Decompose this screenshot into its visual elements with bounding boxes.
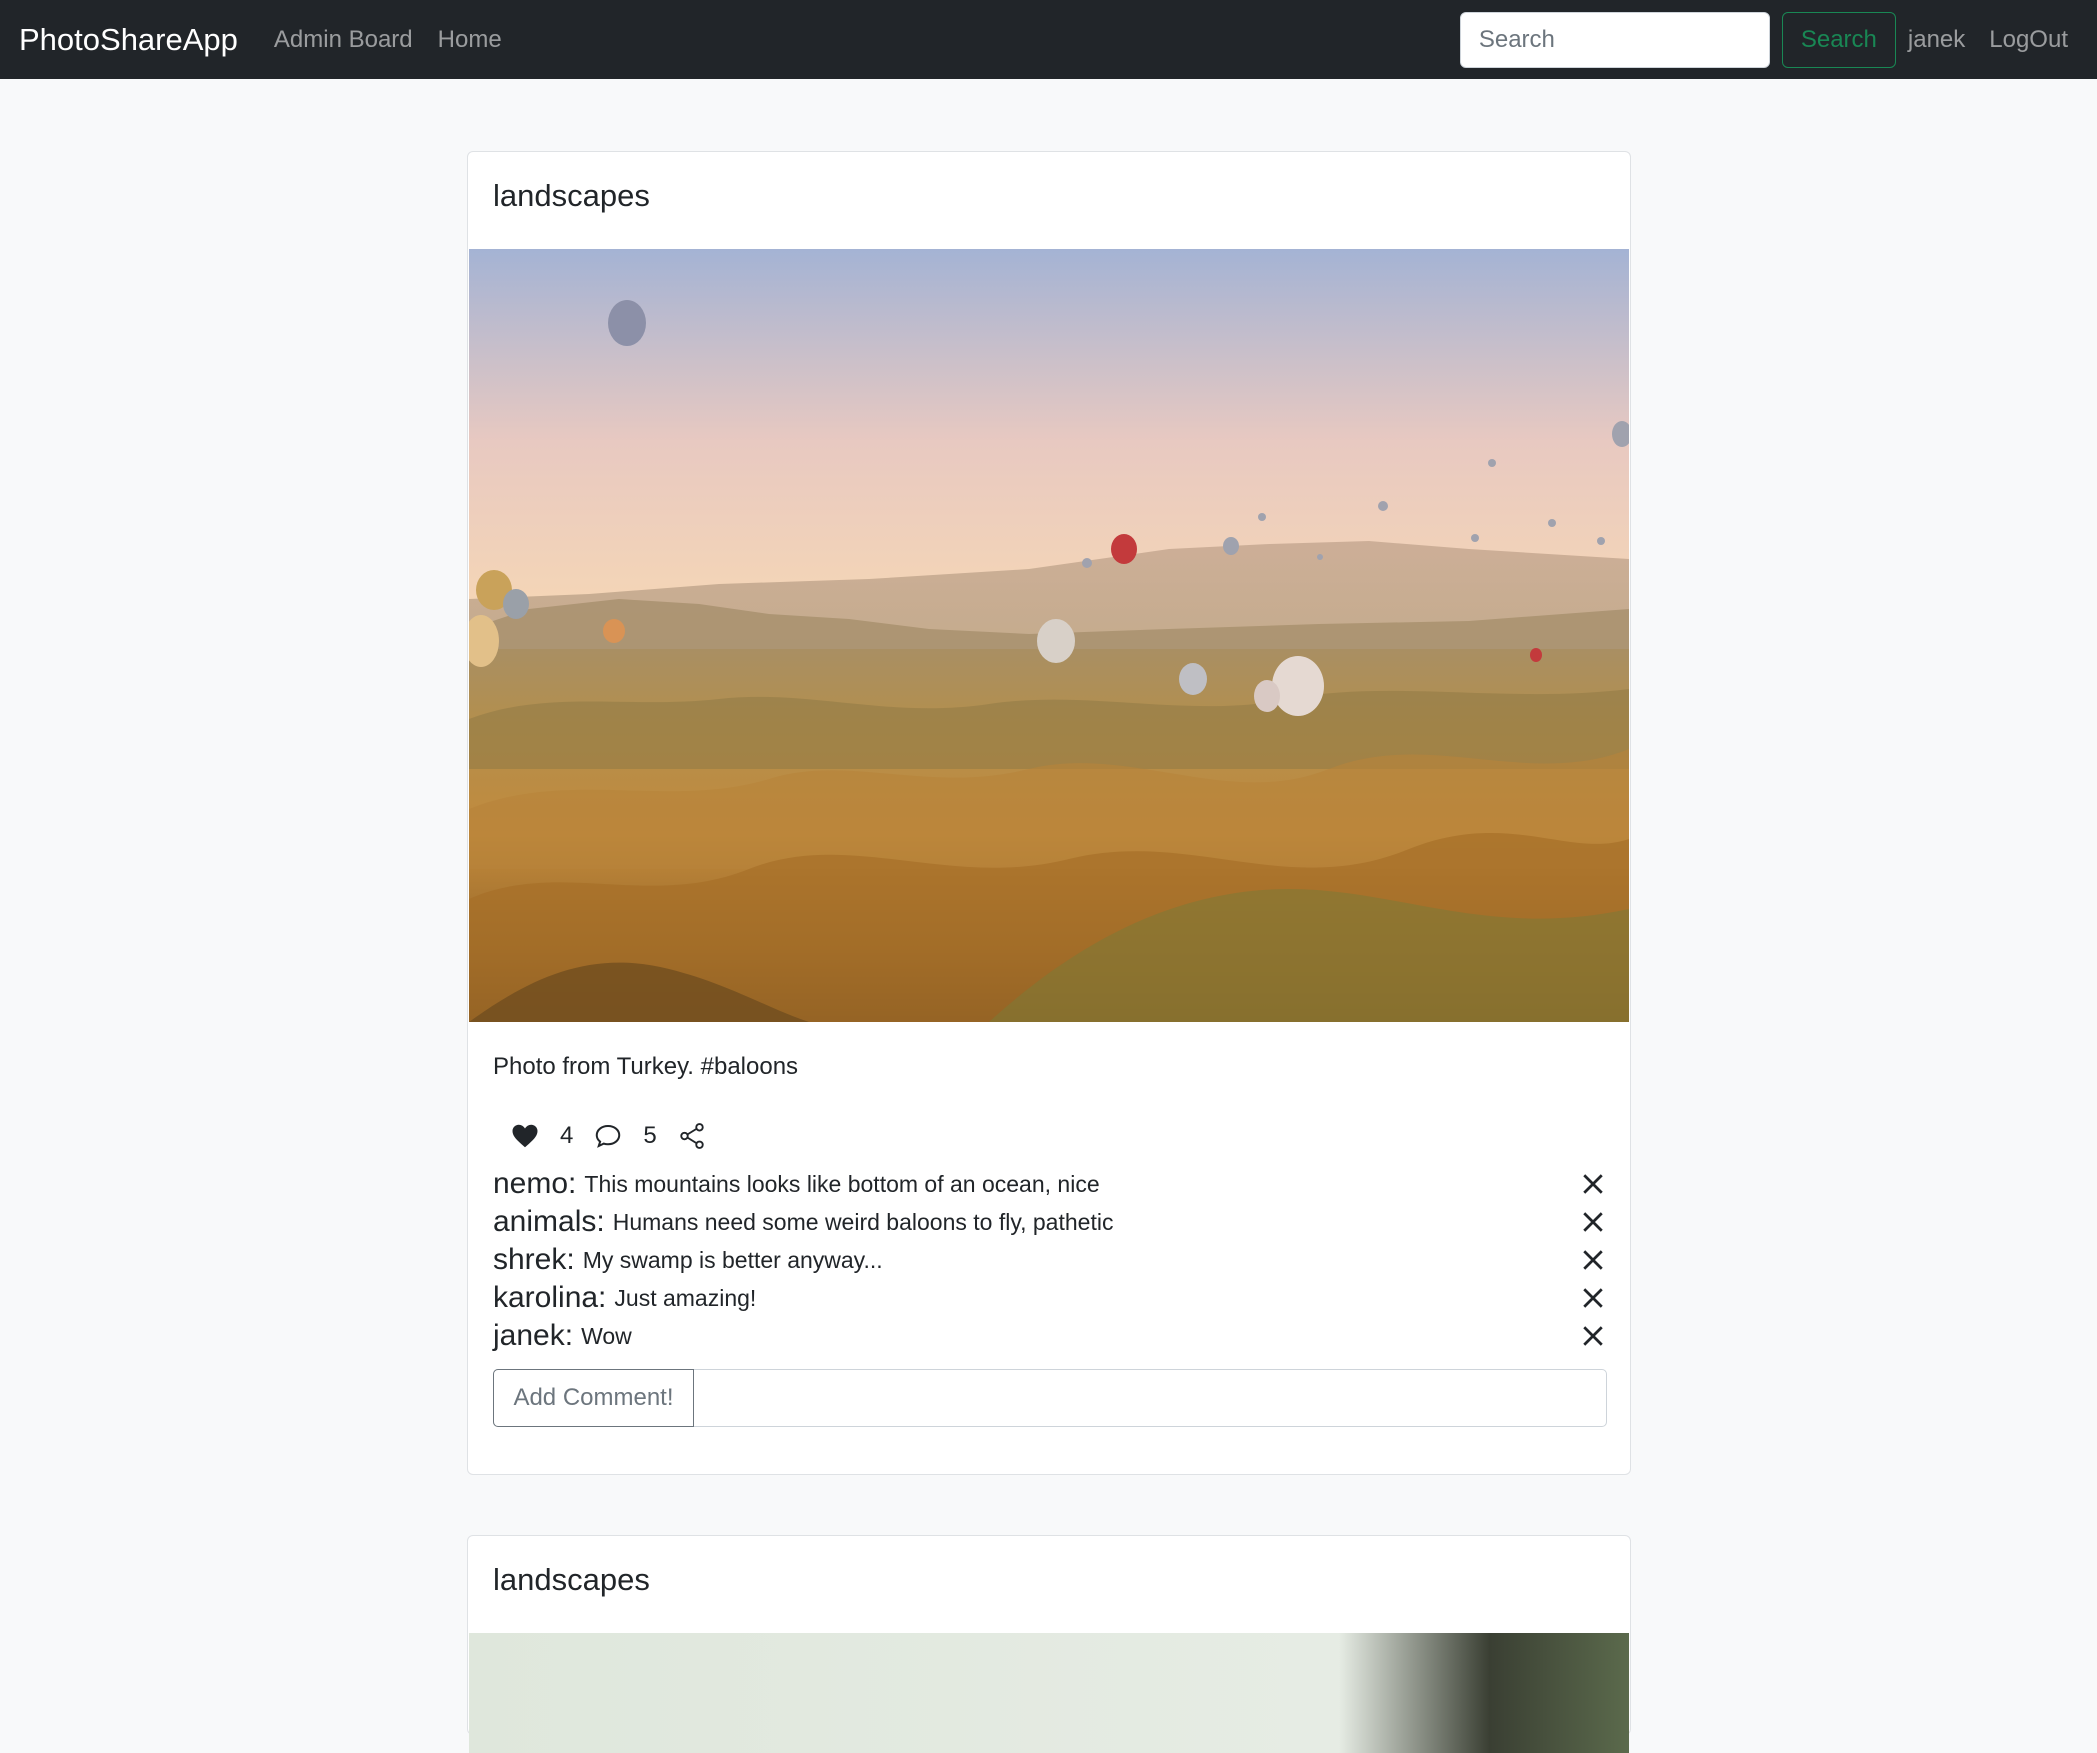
comment-input[interactable]: [694, 1370, 1606, 1426]
close-icon[interactable]: [1578, 1283, 1608, 1313]
close-icon[interactable]: [1578, 1245, 1608, 1275]
comment-author: shrek:: [493, 1243, 575, 1276]
post-actions: 4 5: [510, 1116, 707, 1156]
add-comment-group: Add Comment!: [493, 1369, 1607, 1427]
comment-item: animals: Humans need some weird baloons …: [493, 1203, 1608, 1241]
search-input[interactable]: [1459, 11, 1770, 68]
close-icon[interactable]: [1578, 1207, 1608, 1237]
top-navbar: PhotoShareApp Admin Board Home Search ja…: [0, 0, 2097, 79]
logout-link[interactable]: LogOut: [1989, 26, 2068, 54]
nav-username[interactable]: janek: [1908, 26, 1965, 54]
share-icon[interactable]: [677, 1121, 707, 1151]
comment-item: karolina: Just amazing!: [493, 1279, 1608, 1317]
nav-link-admin-board[interactable]: Admin Board: [274, 26, 413, 54]
comment-text: This mountains looks like bottom of an o…: [584, 1170, 1100, 1197]
post-card: landscapes: [467, 1535, 1631, 1753]
comment-author: nemo:: [493, 1167, 577, 1200]
post-photo: [469, 249, 1629, 1022]
comment-item: nemo: This mountains looks like bottom o…: [493, 1165, 1608, 1203]
comment-author: animals:: [493, 1205, 605, 1238]
add-comment-button[interactable]: Add Comment!: [493, 1369, 694, 1427]
comment-count: 5: [643, 1122, 657, 1149]
comment-text: Wow: [581, 1322, 632, 1349]
comment-list: nemo: This mountains looks like bottom o…: [493, 1165, 1608, 1355]
post-card: landscapes: [467, 151, 1631, 1475]
close-icon[interactable]: [1578, 1321, 1608, 1351]
comment-author: karolina:: [493, 1281, 607, 1314]
comment-text: My swamp is better anyway...: [582, 1246, 883, 1273]
post-title: landscapes: [493, 178, 650, 213]
nav-link-home[interactable]: Home: [438, 26, 502, 54]
close-icon[interactable]: [1578, 1169, 1608, 1199]
post-title: landscapes: [493, 1562, 650, 1597]
comment-text: Just amazing!: [614, 1284, 757, 1311]
post-photo: [469, 1633, 1629, 1753]
comment-item: janek: Wow: [493, 1317, 1608, 1355]
brand-logo[interactable]: PhotoShareApp: [19, 22, 238, 58]
speech-bubble-icon[interactable]: [593, 1121, 623, 1151]
comment-author: janek:: [493, 1319, 574, 1352]
post-description: Photo from Turkey. #baloons: [493, 1053, 799, 1080]
heart-icon[interactable]: [510, 1121, 540, 1151]
navbar-right-group: Search janek LogOut: [1459, 11, 2068, 68]
like-count: 4: [560, 1122, 574, 1149]
comment-text: Humans need some weird baloons to fly, p…: [612, 1208, 1114, 1235]
comment-item: shrek: My swamp is better anyway...: [493, 1241, 1608, 1279]
search-button[interactable]: Search: [1781, 11, 1896, 68]
